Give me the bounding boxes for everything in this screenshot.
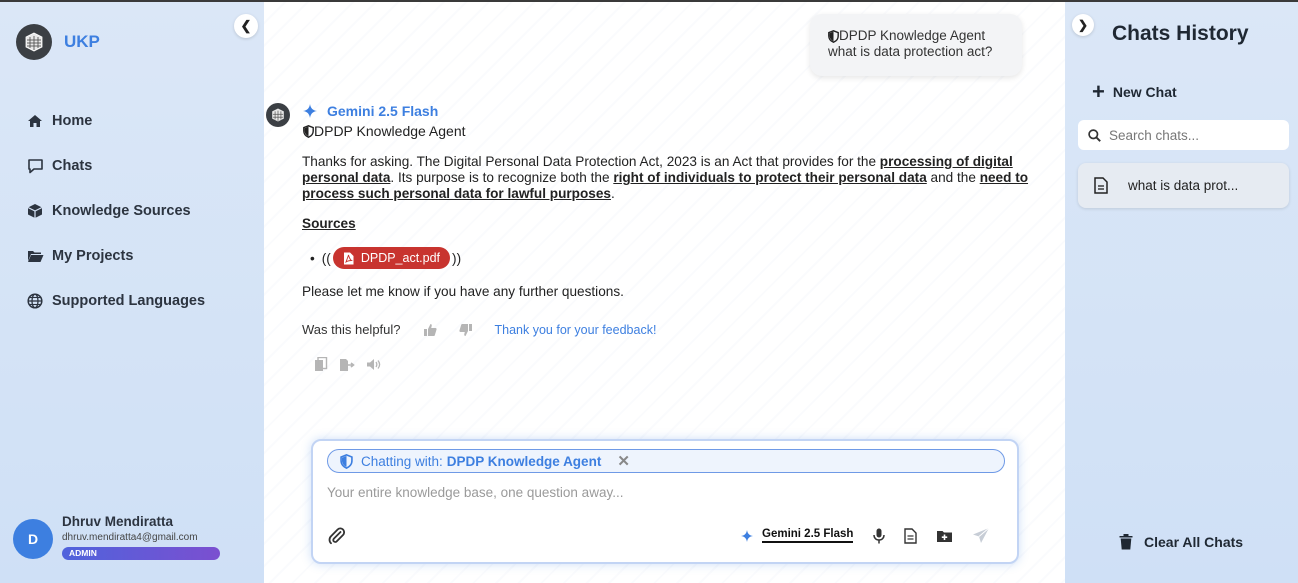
main-nav: Home Chats Knowledge Sources My Projects… — [26, 98, 205, 323]
sparkle-icon — [741, 529, 753, 542]
role-badge: ADMIN — [62, 547, 220, 560]
response-text: Thanks for asking. The Digital Personal … — [302, 154, 1057, 202]
answer-highlight: right of individuals to protect their pe… — [613, 170, 927, 185]
sources-heading: Sources — [302, 216, 356, 231]
sidebar-item-chats[interactable]: Chats — [26, 143, 205, 188]
sidebar-item-label: Supported Languages — [52, 292, 206, 309]
user-profile[interactable]: D Dhruv Mendiratta dhruv.mendiratta4@gma… — [13, 514, 220, 561]
user-message-agent: DPDP Knowledge Agent — [839, 28, 986, 43]
thumbs-down-icon[interactable] — [458, 323, 473, 337]
history-item-label: what is data prot... — [1128, 178, 1239, 193]
paperclip-icon[interactable] — [328, 527, 346, 550]
send-icon[interactable] — [972, 527, 990, 544]
pdf-file-icon — [343, 252, 354, 264]
copy-icon[interactable] — [314, 357, 328, 372]
sidebar-item-label: My Projects — [52, 247, 134, 264]
response-closing: Please let me know if you have any furth… — [302, 284, 624, 299]
feedback-thanks: Thank you for your feedback! — [494, 322, 657, 337]
feedback-question: Was this helpful? — [302, 322, 401, 337]
chevron-left-icon: ❮ — [240, 18, 252, 33]
building-cube-icon — [272, 108, 284, 122]
document-icon[interactable] — [904, 527, 918, 544]
export-icon[interactable] — [339, 358, 355, 372]
avatar: D — [13, 518, 53, 559]
model-selector[interactable]: Gemini 2.5 Flash — [741, 528, 854, 543]
model-selector-label: Gemini 2.5 Flash — [762, 528, 854, 543]
chatting-prefix: Chatting with: — [361, 453, 443, 469]
new-chat-button[interactable]: + New Chat — [1092, 79, 1177, 104]
speaker-icon[interactable] — [366, 358, 382, 371]
microphone-icon[interactable] — [873, 528, 886, 544]
shield-icon — [340, 453, 353, 469]
bot-avatar — [266, 103, 290, 127]
clear-all-label: Clear All Chats — [1144, 533, 1244, 550]
clear-all-chats-button[interactable]: Clear All Chats — [1119, 533, 1243, 550]
user-name: Dhruv Mendiratta — [62, 514, 174, 529]
chevron-right-icon: ❯ — [1077, 18, 1089, 32]
feedback-row: Was this helpful? Thank you for your fee… — [302, 322, 656, 337]
collapse-sidebar-button[interactable]: ❮ — [234, 14, 258, 38]
response-actions — [314, 357, 393, 372]
sidebar-item-home[interactable]: Home — [26, 98, 205, 143]
sidebar-item-label: Chats — [52, 157, 93, 174]
bullet: • — [310, 250, 315, 266]
sidebar-item-knowledge-sources[interactable]: Knowledge Sources — [26, 188, 205, 233]
shield-icon — [303, 124, 314, 138]
sparkle-icon — [303, 104, 317, 118]
left-sidebar: UKP ❮ Home Chats Knowledge Sources My Pr… — [0, 2, 264, 583]
answer-text: Thanks for asking. The Digital Personal … — [302, 154, 880, 169]
sidebar-item-label: Knowledge Sources — [52, 202, 191, 219]
chat-area: DPDP Knowledge Agent what is data protec… — [264, 2, 1065, 583]
sidebar-item-label: Home — [52, 112, 93, 129]
shield-icon — [828, 29, 839, 43]
source-item: • (( DPDP_act.pdf )) — [310, 247, 461, 269]
source-suffix: )) — [452, 250, 462, 266]
sidebar-item-my-projects[interactable]: My Projects — [26, 233, 205, 278]
collapse-history-button[interactable]: ❯ — [1072, 14, 1094, 36]
cube-icon — [26, 202, 44, 220]
search-icon — [1088, 128, 1101, 142]
brand[interactable]: UKP — [16, 24, 100, 60]
plus-icon: + — [1092, 79, 1105, 104]
active-agent-pill: Chatting with: DPDP Knowledge Agent ✕ — [327, 449, 1005, 473]
home-icon — [26, 112, 44, 130]
response-agent: DPDP Knowledge Agent — [303, 123, 466, 139]
folder-open-icon — [26, 247, 44, 265]
user-message-text: what is data protection act? — [828, 44, 993, 59]
history-panel: ❯ Chats History + New Chat what is data … — [1065, 2, 1298, 583]
answer-text: . — [610, 186, 615, 201]
search-chats — [1078, 120, 1289, 150]
source-prefix: (( — [321, 250, 331, 266]
history-item[interactable]: what is data prot... — [1078, 163, 1289, 208]
agent-name: DPDP Knowledge Agent — [314, 123, 466, 139]
answer-text: . Its purpose is to recognize both the — [390, 170, 614, 185]
user-email: dhruv.mendiratta4@gmail.com — [62, 532, 198, 543]
chatting-agent: DPDP Knowledge Agent — [446, 453, 602, 469]
answer-text: and the — [926, 170, 980, 185]
source-pdf-chip[interactable]: DPDP_act.pdf — [332, 247, 451, 269]
model-name: Gemini 2.5 Flash — [327, 103, 439, 119]
history-title: Chats History — [1112, 22, 1249, 45]
composer-tools: Gemini 2.5 Flash — [741, 527, 1009, 544]
trash-icon — [1119, 534, 1133, 550]
message-input[interactable] — [327, 481, 987, 503]
search-input[interactable] — [1109, 127, 1279, 143]
source-file-name: DPDP_act.pdf — [360, 251, 441, 265]
brand-name: UKP — [64, 32, 100, 51]
close-icon[interactable]: ✕ — [617, 452, 630, 470]
folder-plus-icon[interactable] — [936, 529, 953, 543]
globe-icon — [26, 292, 44, 310]
response-model: Gemini 2.5 Flash — [303, 103, 438, 119]
message-composer: Chatting with: DPDP Knowledge Agent ✕ Ge… — [311, 439, 1019, 564]
document-icon — [1094, 177, 1108, 194]
building-cube-icon — [16, 24, 52, 60]
chat-icon — [26, 157, 44, 175]
user-message-bubble: DPDP Knowledge Agent what is data protec… — [810, 14, 1022, 76]
new-chat-label: New Chat — [1112, 84, 1177, 100]
thumbs-up-icon[interactable] — [423, 323, 437, 337]
sidebar-item-supported-languages[interactable]: Supported Languages — [26, 278, 205, 323]
